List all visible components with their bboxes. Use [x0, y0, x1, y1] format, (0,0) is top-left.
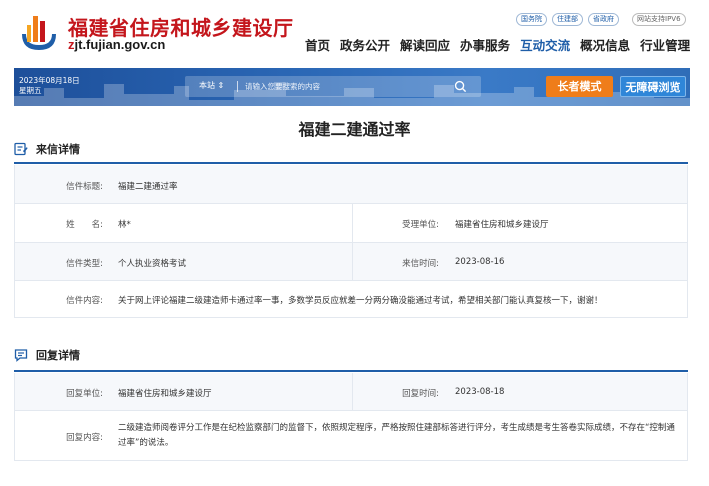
weekday-text: 星期五 — [19, 86, 42, 95]
ipv6-badge: 网站支持IPV6 — [632, 13, 686, 26]
table-row: 回复内容: 二级建造师阅卷评分工作是在纪检监察部门的监督下，依照规定程序，严格按… — [15, 411, 687, 461]
nav-interpretation[interactable]: 解读回应 — [395, 35, 455, 54]
current-date: 2023年08月18日 星期五 — [19, 76, 80, 96]
letter-details-table: 信件标题: 福建二建通过率 姓 名: 林* 受理单位: 福建省住房和城乡建设厅 … — [14, 165, 688, 318]
column-divider — [352, 204, 353, 242]
table-row: 回复单位: 福建省住房和城乡建设厅 回复时间: 2023-08-18 — [15, 373, 687, 411]
reply-content-value: 二级建造师阅卷评分工作是在纪检监察部门的监督下，依照规定程序，严格按照住建部标答… — [118, 423, 675, 448]
dept-label: 受理单位: — [402, 220, 439, 230]
site-domain: zjt.fujian.gov.cn — [68, 37, 165, 52]
column-divider — [352, 243, 353, 280]
reply-details-table: 回复单位: 福建省住房和城乡建设厅 回复时间: 2023-08-18 回复内容:… — [14, 373, 688, 461]
reply-content-label: 回复内容: — [66, 433, 103, 443]
site-header: 福建省住房和城乡建设厅 zjt.fujian.gov.cn 国务院 住建部 省政… — [0, 0, 709, 64]
name-value: 林* — [118, 220, 131, 230]
accessibility-button[interactable]: 无障碍浏览 — [620, 76, 686, 97]
table-row: 信件类型: 个人执业资格考试 来信时间: 2023-08-16 — [15, 243, 687, 281]
reply-section-divider — [14, 370, 688, 372]
subject-label: 信件标题: — [66, 182, 103, 192]
top-link-state-council[interactable]: 国务院 — [516, 13, 547, 26]
nav-services[interactable]: 办事服务 — [455, 35, 515, 54]
column-divider — [352, 373, 353, 410]
top-links: 国务院 住建部 省政府 网站支持IPV6 — [516, 13, 686, 26]
type-value: 个人执业资格考试 — [118, 259, 187, 269]
reply-section-title: 回复详情 — [36, 349, 80, 362]
banner: 2023年08月18日 星期五 本站 ⇕ 长者模式 无障碍浏览 — [14, 68, 690, 106]
elder-mode-button[interactable]: 长者模式 — [546, 76, 613, 97]
top-link-mohurd[interactable]: 住建部 — [552, 13, 583, 26]
table-row: 信件标题: 福建二建通过率 — [15, 165, 687, 204]
search-divider — [237, 81, 238, 92]
reply-unit-value: 福建省住房和城乡建设厅 — [118, 389, 212, 399]
letter-date-label: 来信时间: — [402, 259, 439, 269]
nav-home[interactable]: 首页 — [300, 35, 335, 54]
nav-overview[interactable]: 概况信息 — [575, 35, 635, 54]
search-scope-select[interactable]: 本站 ⇕ — [199, 80, 224, 91]
reply-icon — [14, 349, 28, 362]
search-icon[interactable] — [454, 80, 467, 93]
letter-icon — [14, 142, 28, 156]
site-logo-icon[interactable] — [18, 12, 60, 52]
site-domain-rest: jt.fujian.gov.cn — [74, 37, 166, 52]
subject-value: 福建二建通过率 — [118, 182, 178, 192]
reply-unit-label: 回复单位: — [66, 389, 103, 399]
letter-section-divider — [14, 162, 688, 164]
top-link-provincial-gov[interactable]: 省政府 — [588, 13, 619, 26]
dept-value: 福建省住房和城乡建设厅 — [455, 220, 549, 230]
table-row: 姓 名: 林* 受理单位: 福建省住房和城乡建设厅 — [15, 204, 687, 243]
letter-section-title: 来信详情 — [36, 143, 80, 156]
table-row: 信件内容: 关于网上评论福建二级建造师卡通过率一事，多数学员反应就差一分两分确没… — [15, 281, 687, 318]
search-input[interactable] — [245, 79, 445, 94]
nav-interaction[interactable]: 互动交流 — [515, 35, 575, 54]
reply-time-label: 回复时间: — [402, 389, 439, 399]
main-nav: 首页 政务公开 解读回应 办事服务 互动交流 概况信息 行业管理 — [300, 35, 695, 54]
nav-industry[interactable]: 行业管理 — [635, 35, 695, 54]
type-label: 信件类型: — [66, 259, 103, 269]
content-value: 关于网上评论福建二级建造师卡通过率一事，多数学员反应就差一分两分确没能通过考试，… — [118, 296, 603, 306]
name-label: 姓 名: — [66, 220, 103, 230]
page-title: 福建二建通过率 — [298, 120, 411, 139]
content-label: 信件内容: — [66, 296, 103, 306]
nav-gov-affairs[interactable]: 政务公开 — [335, 35, 395, 54]
reply-time-value: 2023-08-18 — [455, 387, 505, 397]
date-text: 2023年08月18日 — [19, 76, 80, 85]
letter-date-value: 2023-08-16 — [455, 257, 505, 267]
search-box: 本站 ⇕ — [185, 76, 481, 97]
